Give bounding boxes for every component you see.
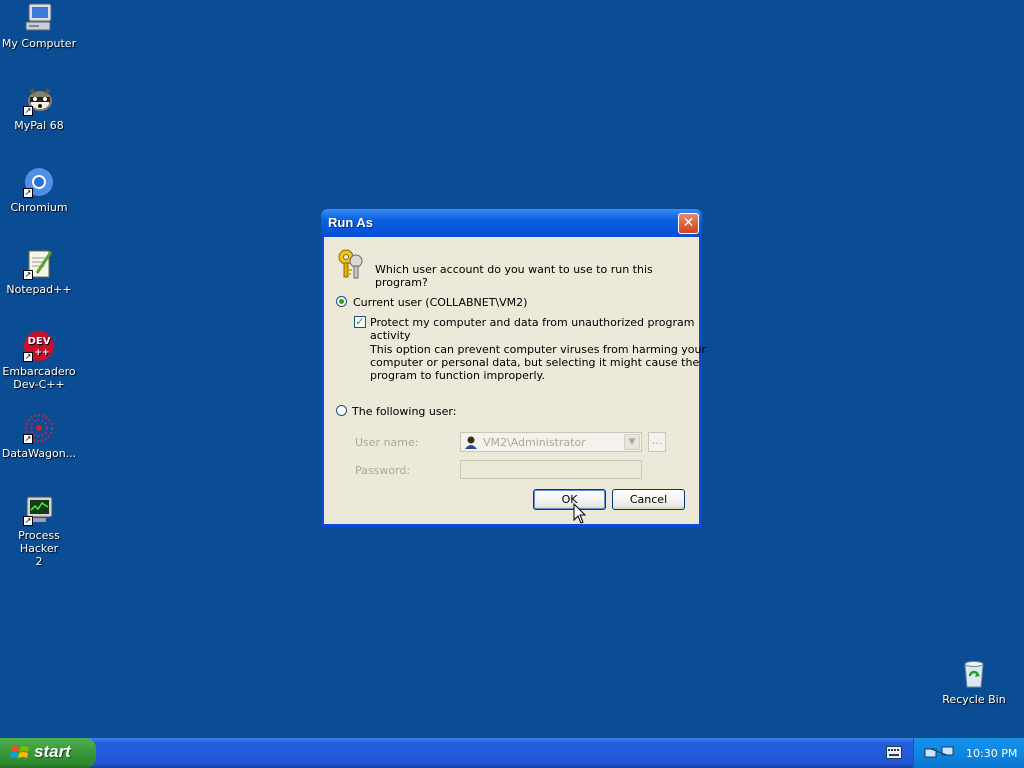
password-label: Password: <box>355 464 411 477</box>
keyboard-icon[interactable] <box>886 746 902 762</box>
clock[interactable]: 10:30 PM <box>966 747 1017 760</box>
desktop-icon-label: Process Hacker 2 <box>18 529 60 568</box>
protect-checkbox[interactable]: ✓ <box>354 316 366 328</box>
close-icon: ✕ <box>682 215 695 231</box>
mouse-pointer-icon <box>573 502 587 528</box>
taskbar: start 10:30 PM <box>0 738 1024 768</box>
svg-text:DEV: DEV <box>28 336 51 347</box>
following-user-label[interactable]: The following user: <box>352 405 456 418</box>
desktop-icon-label: MyPal 68 <box>14 119 64 132</box>
chevron-down-icon[interactable]: ▼ <box>624 434 640 450</box>
computer-icon <box>23 2 55 34</box>
shortcut-arrow-icon: ↗ <box>23 352 33 362</box>
keys-icon <box>334 247 368 284</box>
system-tray: 10:30 PM <box>913 738 1024 768</box>
password-field[interactable] <box>460 460 642 479</box>
desktop-icon-label: Chromium <box>10 201 68 214</box>
start-label: start <box>34 742 71 761</box>
title-bar[interactable]: Run As ✕ <box>321 209 702 237</box>
question-text: Which user account do you want to use to… <box>375 263 653 289</box>
protect-label[interactable]: Protect my computer and data from unauth… <box>370 316 699 342</box>
cancel-button[interactable]: Cancel <box>612 489 685 510</box>
desktop-icon-process-hacker[interactable]: ↗ Process Hacker 2 <box>0 494 78 568</box>
shortcut-arrow-icon: ↗ <box>23 106 33 116</box>
desktop-icon-label: Embarcadero Dev-C++ <box>2 365 76 391</box>
datawagon-icon: ↗ <box>23 412 55 444</box>
desktop-icon-label: Notepad++ <box>6 283 72 296</box>
svg-text:++: ++ <box>34 348 49 358</box>
browse-users-button[interactable]: ... <box>648 432 666 452</box>
shortcut-arrow-icon: ↗ <box>23 270 33 280</box>
desktop-icon-recycle-bin[interactable]: Recycle Bin <box>935 658 1013 706</box>
desktop-icon-label: DataWagon... <box>1 447 77 460</box>
dev-cpp-icon: DEV ++ ↗ <box>23 330 55 362</box>
protect-description: This option can prevent computer viruses… <box>370 343 707 382</box>
desktop-icon-label: Recycle Bin <box>942 693 1006 706</box>
process-hacker-icon: ↗ <box>23 494 55 526</box>
shortcut-arrow-icon: ↗ <box>23 434 33 444</box>
ok-button[interactable]: OK <box>533 489 606 510</box>
user-name-value: VM2\Administrator <box>483 436 586 449</box>
start-button[interactable]: start <box>0 738 96 768</box>
shortcut-arrow-icon: ↗ <box>23 188 33 198</box>
current-user-label[interactable]: Current user (COLLABNET\VM2) <box>353 296 527 309</box>
notepad-plus-plus-icon: ↗ <box>23 248 55 280</box>
checkmark-icon: ✓ <box>355 315 365 328</box>
desktop-icon-mypal[interactable]: ↗ MyPal 68 <box>0 84 78 132</box>
user-name-combobox[interactable]: VM2\Administrator ▼ <box>460 432 642 452</box>
user-name-label: User name: <box>355 436 419 449</box>
dialog-title: Run As <box>328 215 374 230</box>
desktop-icon-dev-cpp[interactable]: DEV ++ ↗ Embarcadero Dev-C++ <box>0 330 78 391</box>
desktop-icon-my-computer[interactable]: My Computer <box>0 2 78 50</box>
user-icon <box>464 435 478 452</box>
desktop-icon-chromium[interactable]: ↗ Chromium <box>0 166 78 214</box>
dialog-body: Which user account do you want to use to… <box>324 237 706 524</box>
desktop-icon-label: My Computer <box>1 37 77 50</box>
close-button[interactable]: ✕ <box>678 213 699 234</box>
network-icon[interactable] <box>924 745 958 763</box>
following-user-radio[interactable] <box>336 405 347 416</box>
desktop-icon-datawagon[interactable]: ↗ DataWagon... <box>0 412 78 460</box>
recycle-bin-icon <box>958 658 990 690</box>
run-as-dialog: Run As ✕ Which user account do you want … <box>321 209 706 527</box>
chromium-icon: ↗ <box>23 166 55 198</box>
current-user-radio[interactable] <box>336 296 347 307</box>
shortcut-arrow-icon: ↗ <box>23 516 33 526</box>
windows-logo-icon <box>10 744 30 765</box>
raccoon-icon: ↗ <box>23 84 55 116</box>
desktop-icon-notepad-plus-plus[interactable]: ↗ Notepad++ <box>0 248 78 296</box>
